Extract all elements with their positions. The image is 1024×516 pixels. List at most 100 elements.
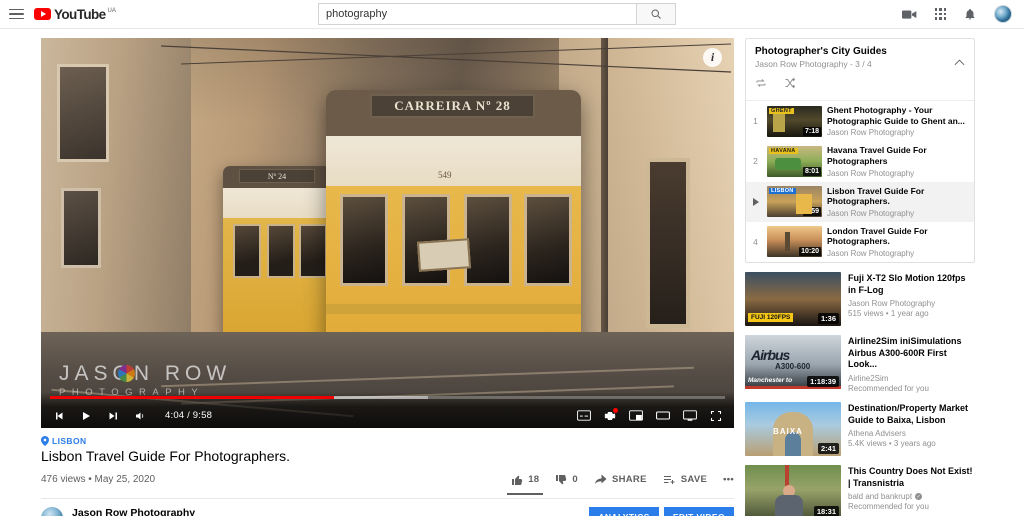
- playlist-item-thumbnail: LISBON 9:59: [767, 186, 822, 218]
- playlist-item-channel: Jason Row Photography: [827, 208, 915, 218]
- tram-fleet-number: 549: [438, 170, 452, 180]
- playlist-item-channel: Jason Row Photography: [827, 128, 915, 138]
- youtube-logo[interactable]: YouTube UA: [34, 7, 116, 22]
- playlist-item-thumbnail: GHENT 7:18: [767, 105, 822, 137]
- progress-bar[interactable]: [50, 396, 725, 399]
- more-actions-button[interactable]: •••: [723, 474, 734, 485]
- recommended-video[interactable]: 18:31 This Country Does Not Exist! | Tran…: [745, 465, 975, 516]
- playlist-item-thumbnail: 10:20: [767, 226, 822, 258]
- playlist-item-info: Lisbon Travel Guide For Photographers. Ja…: [827, 186, 967, 218]
- playlist-collapse-button[interactable]: [954, 53, 965, 71]
- next-track-icon[interactable]: [107, 410, 119, 422]
- notifications-button[interactable]: [964, 8, 976, 21]
- like-count: 18: [528, 474, 540, 485]
- recommended-video[interactable]: FUJI 120FPS 1:36 Fuji X-T2 Slo Motion 120f…: [745, 272, 975, 326]
- location-pin-icon: [41, 436, 49, 446]
- recommended-info: This Country Does Not Exist! | Transnist…: [848, 465, 975, 516]
- video-player[interactable]: Nº 24 CARREIRA Nº 28 549 JASON ROW i 4:0…: [41, 38, 734, 428]
- recommended-info: Destination/Property Market Guide to Bai…: [848, 402, 975, 456]
- recommended-duration: 18:31: [813, 506, 839, 516]
- recommended-channel[interactable]: bald and bankrupt ✓: [848, 492, 975, 501]
- playlist-item-info: Ghent Photography - Your Photographic Gu…: [827, 105, 967, 137]
- thumbs-up-icon: [512, 475, 523, 485]
- theater-mode-icon[interactable]: [656, 410, 670, 421]
- progress-played: [50, 396, 334, 399]
- dislike-count: 0: [572, 474, 578, 485]
- aperture-logo-icon: [118, 365, 135, 382]
- apps-grid-icon[interactable]: [934, 8, 946, 20]
- page-body: Nº 24 CARREIRA Nº 28 549 JASON ROW i 4:0…: [0, 29, 1024, 516]
- video-info-button[interactable]: i: [703, 48, 722, 67]
- dislike-button[interactable]: 0: [555, 474, 578, 486]
- recommended-stats: Recommended for you: [848, 502, 929, 512]
- watermark-text-top: JASON ROW: [59, 362, 232, 385]
- playlist-items: 1 GHENT 7:18 Ghent Photography - Your Photo…: [746, 101, 974, 262]
- playlist-item-title: London Travel Guide For Photographers.: [827, 225, 928, 247]
- playlist-item-channel: Jason Row Photography: [827, 249, 915, 258]
- account-avatar[interactable]: [994, 5, 1012, 23]
- playlist-item-info: Havana Travel Guide For Photographers Jas…: [827, 145, 967, 177]
- recommended-thumbnail: Airbus A300-600 Manchester to 1:18:39: [745, 335, 841, 389]
- edit-video-button[interactable]: EDIT VIDEO: [663, 507, 734, 516]
- recommended-duration: 2:41: [817, 443, 839, 455]
- recommended-channel[interactable]: Jason Row Photography: [848, 299, 975, 308]
- playlist-title: Photographer's City Guides: [755, 46, 887, 57]
- share-button[interactable]: SHARE: [594, 474, 647, 486]
- save-playlist-icon: [663, 475, 675, 484]
- masthead-right: [901, 5, 1012, 23]
- recommended-video[interactable]: BAIXA 2:41 Destination/Property Market Gui…: [745, 402, 975, 457]
- primary-column: Nº 24 CARREIRA Nº 28 549 JASON ROW i 4:0…: [0, 29, 745, 516]
- recommended-stats: 5.4K views • 3 years ago: [848, 439, 936, 449]
- play-icon[interactable]: [80, 410, 92, 422]
- share-label: SHARE: [611, 474, 647, 485]
- shuffle-icon[interactable]: [784, 76, 796, 94]
- search-input[interactable]: [318, 3, 636, 25]
- recommended-title: This Country Does Not Exist! | Transnist…: [848, 466, 973, 488]
- masthead-left: YouTube UA: [0, 7, 116, 22]
- previous-track-icon[interactable]: [53, 410, 65, 422]
- verified-badge-icon: ✓: [915, 493, 923, 501]
- thumbnail-badge: GHENT: [769, 107, 794, 114]
- location-tag[interactable]: LISBON: [41, 436, 734, 446]
- recommended-thumbnail: 18:31: [745, 465, 841, 516]
- search-button[interactable]: [636, 3, 676, 25]
- recommended-video[interactable]: Airbus A300-600 Manchester to 1:18:39 Airlin…: [745, 335, 975, 393]
- settings-gear-icon[interactable]: [604, 407, 618, 422]
- playlist-item-index: 1: [753, 116, 758, 127]
- playlist-item-index: 4: [753, 236, 758, 247]
- video-camera-icon: [901, 9, 916, 19]
- playlist-item-channel: Jason Row Photography: [827, 168, 915, 178]
- miniplayer-icon[interactable]: [629, 410, 643, 421]
- playlist-item[interactable]: LISBON 9:59 Lisbon Travel Guide For Photog…: [746, 181, 974, 222]
- playlist-item[interactable]: 4 10:20 London Travel Guide For Photograph…: [746, 222, 974, 262]
- channel-row: Jason Row Photography ANALYTICS EDIT VID…: [41, 499, 734, 516]
- controls-right: [577, 407, 722, 422]
- save-button[interactable]: SAVE: [663, 474, 707, 486]
- volume-icon[interactable]: [134, 410, 146, 422]
- recommended-channel-name: bald and bankrupt: [848, 492, 913, 502]
- playlist-now-playing-icon: [749, 197, 762, 206]
- analytics-button[interactable]: ANALYTICS: [589, 507, 659, 516]
- fullscreen-icon[interactable]: [710, 410, 722, 422]
- playlist-item[interactable]: 1 GHENT 7:18 Ghent Photography - Your Photo…: [746, 101, 974, 141]
- loop-icon[interactable]: [755, 76, 767, 94]
- playlist-item-info: London Travel Guide For Photographers. Ja…: [827, 226, 967, 258]
- masthead: YouTube UA: [0, 0, 1024, 29]
- recommended-duration: 1:18:39: [807, 376, 839, 387]
- recommended-duration: 1:36: [817, 313, 839, 324]
- recommended-title: Destination/Property Market Guide to Bai…: [848, 403, 969, 425]
- cast-icon[interactable]: [683, 410, 697, 421]
- create-video-button[interactable]: [901, 9, 917, 20]
- channel-avatar[interactable]: [41, 507, 63, 516]
- tram-secondary: Nº 24: [223, 166, 331, 338]
- channel-name[interactable]: Jason Row Photography: [72, 507, 195, 516]
- player-controls: 4:04 / 9:58: [41, 392, 734, 428]
- like-button[interactable]: 18: [507, 474, 544, 495]
- recommended-channel[interactable]: Airline2Sim: [848, 374, 975, 383]
- hamburger-icon[interactable]: [9, 8, 24, 20]
- recommended-channel[interactable]: Athena Advisers: [848, 429, 975, 438]
- subtitles-icon[interactable]: [577, 410, 591, 421]
- playlist-item-thumbnail: HAVANA 8:01: [767, 145, 822, 177]
- playlist-panel: Photographer's City Guides Jason Row Pho…: [745, 38, 975, 263]
- playlist-item[interactable]: 2 HAVANA 8:01 Havana Travel Guide For Photo…: [746, 141, 974, 181]
